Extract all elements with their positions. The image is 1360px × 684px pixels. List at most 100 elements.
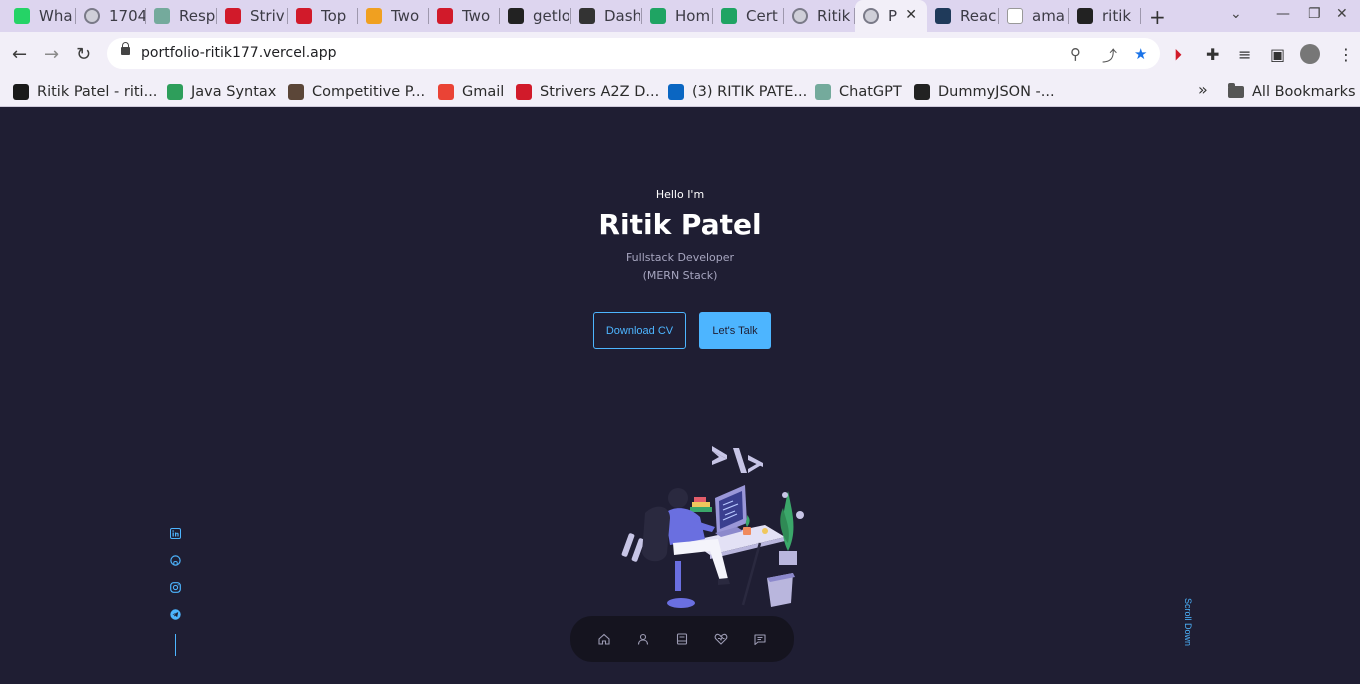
- linkedin-icon: [668, 84, 684, 100]
- hero-stack: (MERN Stack): [642, 269, 718, 282]
- developer-illustration: [621, 446, 804, 608]
- bookmark-item[interactable]: Competitive P...: [288, 80, 425, 104]
- address-bar[interactable]: portfolio-ritik177.vercel.app ⚲ ⤴ ★: [107, 38, 1160, 69]
- tab-title: ama: [1032, 7, 1065, 25]
- zoom-icon[interactable]: ⚲: [1070, 45, 1081, 63]
- hero-name: Ritik Patel: [598, 208, 762, 241]
- extension-record-icon[interactable]: ⏵: [1174, 45, 1182, 65]
- tab-separator: [1140, 8, 1141, 24]
- browser-tab[interactable]: Two: [358, 0, 429, 32]
- browser-tab[interactable]: Striv: [217, 0, 288, 32]
- bookmark-item[interactable]: (3) RITIK PATE...: [668, 80, 807, 104]
- whatsapp-icon: [14, 8, 30, 24]
- extensions-puzzle-icon[interactable]: ✚: [1206, 45, 1219, 64]
- menu-kebab-icon[interactable]: ⋮: [1338, 45, 1354, 64]
- leetcode-icon: [366, 8, 382, 24]
- book-icon[interactable]: [675, 632, 689, 646]
- social-divider-line: [175, 634, 176, 656]
- bookmark-item[interactable]: Strivers A2Z D...: [516, 80, 659, 104]
- scroll-down-link[interactable]: Scroll Down: [1183, 598, 1193, 646]
- drive-icon: [650, 8, 666, 24]
- tab-title: Reac: [960, 7, 996, 25]
- browser-tab[interactable]: Wha: [6, 0, 76, 32]
- tab-title: Cert: [746, 7, 778, 25]
- bookmark-item[interactable]: Ritik Patel - riti...: [13, 80, 157, 104]
- tab-strip: + ⌄ — ❐ ✕ Wha 1704 Resp Striv Top Two Two getlo…: [0, 0, 1360, 32]
- browser-tab[interactable]: Dash: [571, 0, 642, 32]
- instagram-icon[interactable]: [168, 580, 182, 594]
- bookmarks-bar: Ritik Patel - riti... Java Syntax Competit…: [0, 76, 1360, 107]
- share-icon[interactable]: ⤴: [1102, 45, 1117, 66]
- all-bookmarks-button[interactable]: All Bookmarks: [1228, 80, 1356, 104]
- folder-icon: [1228, 83, 1244, 98]
- profile-avatar[interactable]: [1300, 44, 1320, 64]
- tuf-icon: [437, 8, 453, 24]
- back-icon[interactable]: ←: [12, 44, 27, 65]
- chatgpt-icon: [154, 8, 170, 24]
- tab-title: Two: [462, 7, 491, 25]
- bookmark-item[interactable]: Java Syntax: [167, 80, 276, 104]
- message-icon[interactable]: [753, 632, 767, 646]
- minimize-icon[interactable]: —: [1276, 6, 1290, 22]
- drive-icon: [721, 8, 737, 24]
- browser-tab[interactable]: getlo: [500, 0, 571, 32]
- lock-icon[interactable]: [121, 42, 130, 55]
- globe-icon: [792, 8, 808, 24]
- tab-search-chevron-icon[interactable]: ⌄: [1230, 6, 1242, 22]
- browser-tab[interactable]: ritik: [1069, 0, 1141, 32]
- lets-talk-button[interactable]: Let's Talk: [699, 312, 771, 349]
- bookmark-star-icon[interactable]: ★: [1134, 45, 1147, 63]
- browser-tab[interactable]: Resp: [146, 0, 217, 32]
- browser-tab[interactable]: Top: [288, 0, 358, 32]
- tab-title: Resp: [179, 7, 215, 25]
- browser-toolbar: ← → ↻ portfolio-ritik177.vercel.app ⚲ ⤴ …: [0, 32, 1360, 76]
- tuf-icon: [296, 8, 312, 24]
- browser-tab[interactable]: P ✕: [855, 0, 927, 32]
- browser-tab[interactable]: Ritik: [784, 0, 855, 32]
- services-heart-icon[interactable]: [714, 632, 728, 646]
- tab-title: ritik: [1102, 7, 1132, 25]
- bookmark-label: Ritik Patel - riti...: [37, 84, 158, 100]
- hero-role: Fullstack Developer: [625, 251, 735, 264]
- amazon-icon: [1007, 8, 1023, 24]
- bookmark-item[interactable]: Gmail: [438, 80, 504, 104]
- new-tab-button[interactable]: +: [1149, 5, 1166, 29]
- react-icon: [935, 8, 951, 24]
- browser-tab[interactable]: 1704: [76, 0, 146, 32]
- url-text[interactable]: portfolio-ritik177.vercel.app: [141, 45, 337, 61]
- browser-tab[interactable]: ama: [999, 0, 1069, 32]
- telegram-icon[interactable]: [168, 607, 182, 621]
- bookmarks-overflow-icon[interactable]: »: [1198, 80, 1208, 99]
- bookmark-item[interactable]: DummyJSON -...: [914, 80, 1055, 104]
- maximize-icon[interactable]: ❐: [1308, 6, 1321, 22]
- chatgpt-icon: [815, 84, 831, 100]
- nj-icon: [13, 84, 29, 100]
- reload-icon[interactable]: ↻: [76, 44, 91, 65]
- forward-icon[interactable]: →: [44, 44, 59, 65]
- browser-tab[interactable]: Two: [429, 0, 500, 32]
- user-icon[interactable]: [636, 632, 650, 646]
- tab-title: Top: [321, 7, 347, 25]
- all-bookmarks-label: All Bookmarks: [1252, 84, 1356, 100]
- close-tab-icon[interactable]: ✕: [905, 7, 917, 23]
- bookmark-item[interactable]: ChatGPT: [815, 80, 902, 104]
- download-cv-button[interactable]: Download CV: [593, 312, 686, 349]
- tab-title: Striv: [250, 7, 285, 25]
- home-icon[interactable]: [597, 632, 611, 646]
- tuf-icon: [225, 8, 241, 24]
- tab-title: Ritik: [817, 7, 851, 25]
- media-queue-icon[interactable]: ≡: [1238, 45, 1251, 64]
- github-icon[interactable]: [168, 553, 182, 567]
- portfolio-page: Hello I'm Ritik Patel Fullstack Develope…: [0, 108, 1360, 684]
- linkedin-icon[interactable]: [168, 526, 182, 540]
- browser-tab[interactable]: Reac: [927, 0, 999, 32]
- bookmark-label: Gmail: [462, 84, 505, 100]
- browser-tab[interactable]: Hom: [642, 0, 713, 32]
- side-panel-icon[interactable]: ▣: [1270, 45, 1285, 64]
- tab-title: 1704: [109, 7, 145, 25]
- browser-tab[interactable]: Cert: [713, 0, 784, 32]
- gmail-icon: [438, 84, 454, 100]
- greeting-text: Hello I'm: [655, 188, 705, 201]
- bookmark-label: ChatGPT: [839, 84, 902, 100]
- close-window-icon[interactable]: ✕: [1336, 6, 1348, 22]
